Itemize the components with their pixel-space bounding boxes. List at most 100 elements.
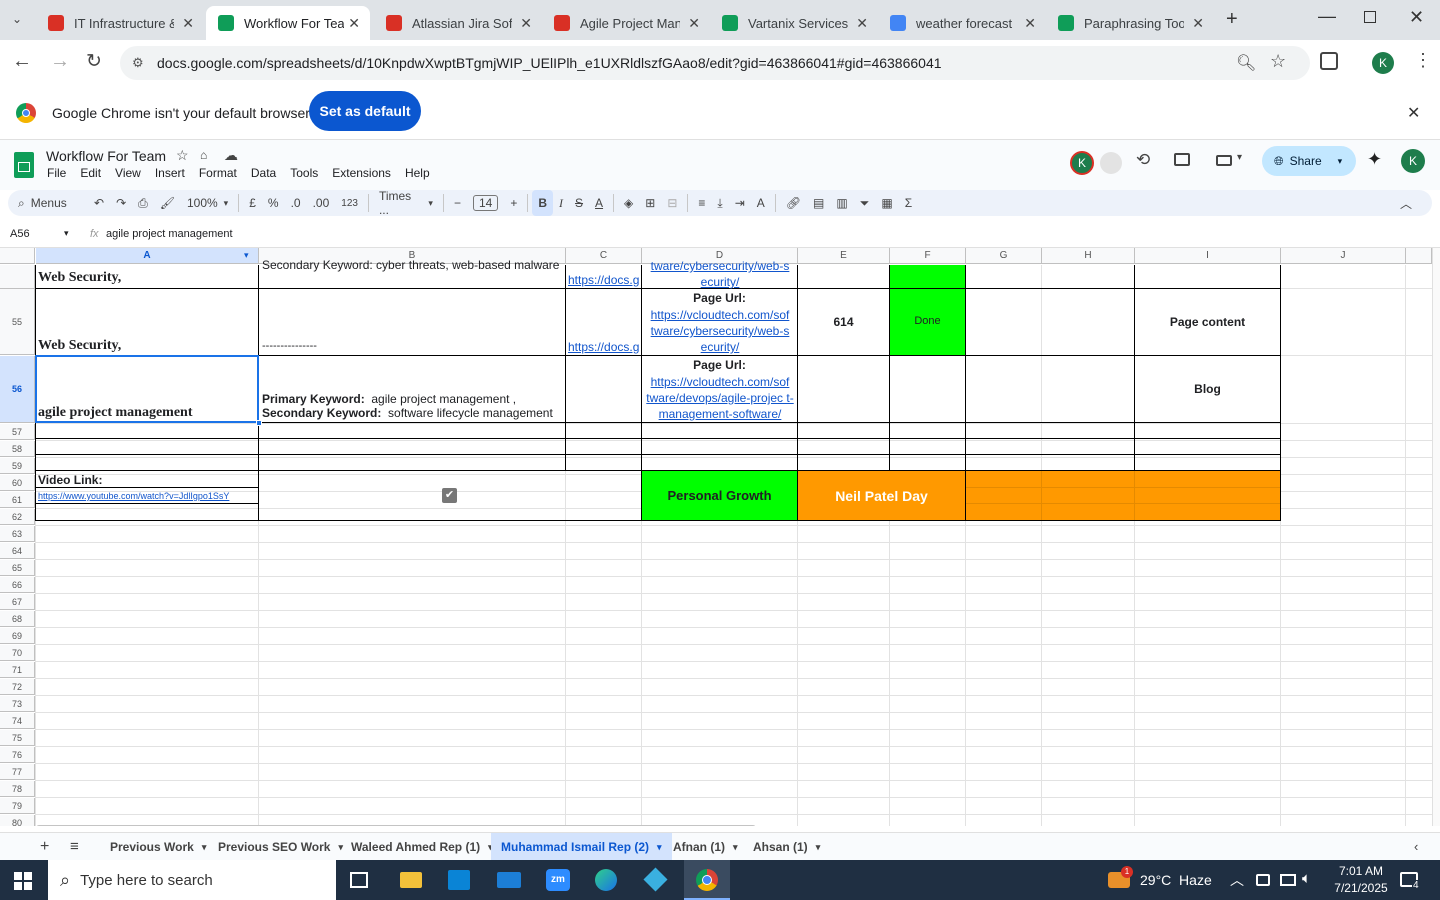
tab-close-icon[interactable]: ✕ <box>520 15 532 32</box>
menu-help[interactable]: Help <box>398 166 437 180</box>
strikethrough-button[interactable]: S <box>569 190 589 216</box>
close-window-button[interactable]: ✕ <box>1409 7 1424 28</box>
menu-data[interactable]: Data <box>244 166 283 180</box>
font-select[interactable]: Times ... ▾ <box>373 189 439 217</box>
borders-icon[interactable]: ⊞ <box>639 190 661 216</box>
menu-extensions[interactable]: Extensions <box>325 166 398 180</box>
zoom-app-icon[interactable]: zm <box>546 869 570 891</box>
cell-f55[interactable]: Done <box>890 315 965 327</box>
cell-d60[interactable]: Personal Growth <box>642 488 797 503</box>
chrome-menu-icon[interactable]: ⋮ <box>1414 50 1432 71</box>
row-header-79[interactable]: 79 <box>0 798 35 814</box>
star-icon[interactable]: ☆ <box>176 147 189 164</box>
profile-avatar[interactable]: K <box>1372 52 1394 74</box>
row-header-58[interactable]: 58 <box>0 441 35 457</box>
row-header-76[interactable]: 76 <box>0 747 35 763</box>
font-size-increase[interactable]: + <box>504 190 523 216</box>
filter-icon[interactable]: ⏷ <box>854 190 876 216</box>
cell-e55[interactable]: 614 <box>798 315 889 329</box>
collapse-toolbar-icon[interactable]: ︿ <box>1394 190 1418 216</box>
row-header-59[interactable]: 59 <box>0 458 35 474</box>
cell-d54-link[interactable]: tware/cybersecurity/web-s ecurity/ <box>645 258 795 290</box>
maximize-button[interactable] <box>1364 11 1376 23</box>
sheet-tab-dropdown-icon[interactable]: ▾ <box>733 842 738 853</box>
browser-tab[interactable]: IT Infrastructure & ✕ <box>36 6 204 40</box>
row-header-56[interactable]: 56 <box>0 356 35 423</box>
sheet-nav-left[interactable]: ‹ <box>1414 839 1418 854</box>
tab-close-icon[interactable]: ✕ <box>348 15 360 32</box>
row-header-64[interactable]: 64 <box>0 543 35 559</box>
bold-button[interactable]: B <box>532 190 554 216</box>
clock[interactable]: 7:01 AM 7/21/2025 <box>1330 863 1392 897</box>
row-header-74[interactable]: 74 <box>0 713 35 729</box>
forward-button[interactable]: → <box>50 50 70 73</box>
checkbox[interactable]: ✔ <box>442 488 457 503</box>
browser-tab[interactable]: Atlassian Jira Softw ✕ <box>374 6 542 40</box>
row-header-69[interactable]: 69 <box>0 628 35 644</box>
mail-icon[interactable] <box>497 872 521 888</box>
zoom-select[interactable]: 100% ▾ <box>181 190 234 216</box>
tab-close-icon[interactable]: ✕ <box>856 15 868 32</box>
menu-view[interactable]: View <box>108 166 148 180</box>
cell-d56-link[interactable]: https://vcloudtech.com/sof tware/devops/… <box>644 374 796 422</box>
meeting-icon[interactable] <box>1100 152 1122 174</box>
paint-format-icon[interactable]: 🖌︎ <box>154 190 181 216</box>
row-header-78[interactable]: 78 <box>0 781 35 797</box>
column-header-i[interactable]: I <box>1135 248 1281 264</box>
row-header-55[interactable]: 55 <box>0 289 35 355</box>
menu-edit[interactable]: Edit <box>73 166 108 180</box>
cell-b56-line2[interactable]: Secondary Keyword: software lifecycle ma… <box>262 406 562 420</box>
sheet-tab[interactable]: Ahsan (1) ▾ <box>743 833 830 861</box>
cell-a55[interactable]: Web Security, <box>38 338 256 354</box>
tab-close-icon[interactable]: ✕ <box>1192 15 1204 32</box>
cell-e60[interactable]: Neil Patel Day <box>798 488 965 504</box>
row-header-61[interactable]: 61 <box>0 492 35 508</box>
tab-search-icon[interactable]: ⌄ <box>12 12 28 28</box>
menu-insert[interactable]: Insert <box>148 166 192 180</box>
cell-b54[interactable]: Secondary Keyword: cyber threats, web-ba… <box>262 258 562 272</box>
search-menus[interactable]: ⌕ Menus <box>8 190 88 216</box>
menu-file[interactable]: File <box>47 166 73 180</box>
currency-format[interactable]: £ <box>243 190 262 216</box>
browser-tab[interactable]: weather forecast - ✕ <box>878 6 1046 40</box>
row-header-60[interactable]: 60 <box>0 475 35 491</box>
omnibox[interactable]: ⚙ docs.google.com/spreadsheets/d/10Knpdw… <box>120 46 1310 80</box>
row-header-70[interactable]: 70 <box>0 645 35 661</box>
merge-cells-icon[interactable]: ⊟ <box>661 190 683 216</box>
back-button[interactable]: ← <box>12 50 32 73</box>
number-format[interactable]: 123 <box>335 190 364 216</box>
italic-button[interactable]: I <box>553 190 569 216</box>
taskbar-search-box[interactable]: ⌕ Type here to search <box>48 860 336 900</box>
row-header-73[interactable]: 73 <box>0 696 35 712</box>
column-header-h[interactable]: H <box>1042 248 1135 264</box>
file-explorer-icon[interactable] <box>400 872 422 888</box>
column-header-c[interactable]: C <box>566 248 642 264</box>
column-a-dropdown-icon[interactable]: ▾ <box>244 250 249 261</box>
sheet-tab-dropdown-icon[interactable]: ▾ <box>657 842 662 853</box>
cell-i55[interactable]: Page content <box>1135 315 1280 329</box>
percent-format[interactable]: % <box>262 190 285 216</box>
comments-icon[interactable] <box>1174 153 1190 166</box>
cloud-status-icon[interactable]: ☁ <box>224 147 238 164</box>
decrease-decimal[interactable]: .0 <box>285 190 307 216</box>
tab-close-icon[interactable]: ✕ <box>1024 15 1036 32</box>
redo-icon[interactable]: ↷ <box>110 190 132 216</box>
reload-button[interactable]: ↻ <box>86 50 102 73</box>
browser-tab[interactable]: Agile Project Mana ✕ <box>542 6 710 40</box>
sheets-logo-icon[interactable] <box>14 152 34 178</box>
share-dropdown-icon[interactable]: ▾ <box>1338 156 1343 167</box>
move-icon[interactable]: ⌂ <box>200 148 207 162</box>
row-header-67[interactable]: 67 <box>0 594 35 610</box>
spreadsheet-grid[interactable]: A B C D E F G H I J ▾ 55 56 57 58 59 60 61 62 63 64 65 66 67 68… <box>0 248 1432 826</box>
row-header-72[interactable]: 72 <box>0 679 35 695</box>
browser-tab[interactable]: Workflow For Team✕ <box>206 6 370 40</box>
row-header-71[interactable]: 71 <box>0 662 35 678</box>
meet-dropdown-icon[interactable]: ▾ <box>1237 152 1242 163</box>
new-tab-button[interactable]: + <box>1226 8 1238 31</box>
cell-a61-link[interactable]: https://www.youtube.com/watch?v=JdlIgpo1… <box>38 491 256 501</box>
name-box[interactable]: A56 ▾ <box>10 228 74 240</box>
set-default-button-pill[interactable]: Set as default <box>309 91 421 131</box>
row-header-75[interactable]: 75 <box>0 730 35 746</box>
cell-b56-line1[interactable]: Primary Keyword: agile project managemen… <box>262 392 562 406</box>
cell-a60[interactable]: Video Link: <box>38 473 256 487</box>
